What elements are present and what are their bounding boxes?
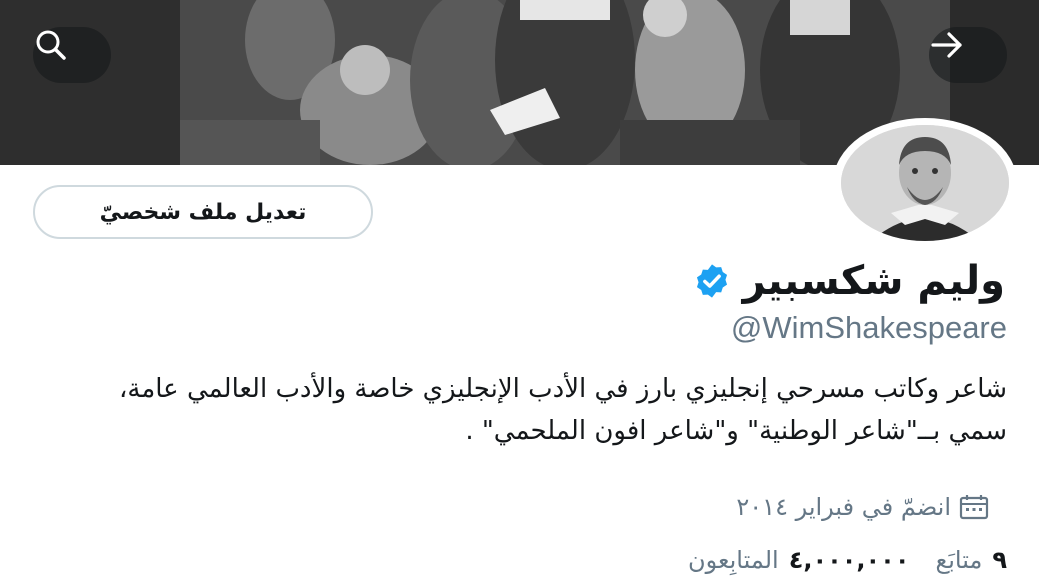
verified-badge-icon: [696, 264, 727, 298]
join-date: انضمّ في فبراير ٢٠١٤: [736, 493, 989, 521]
edit-profile-button[interactable]: تعديل ملف شخصيّ: [33, 185, 373, 239]
search-button[interactable]: [33, 27, 111, 83]
calendar-icon: [959, 495, 989, 520]
forward-button[interactable]: [929, 27, 1007, 83]
follow-stats: ٩ متابَع ٤,٠٠٠,٠٠٠ المتابِعون: [688, 546, 1007, 574]
search-icon: [36, 30, 66, 60]
following-count: ٩: [992, 546, 1007, 574]
profile-avatar[interactable]: [833, 118, 1017, 248]
following-label: متابَع: [935, 546, 983, 574]
display-name: وليم شكسبير: [742, 258, 1005, 304]
followers-stat[interactable]: ٤,٠٠٠,٠٠٠ المتابِعون: [688, 546, 909, 574]
following-stat[interactable]: ٩ متابَع: [935, 546, 1007, 574]
name-row: وليم شكسبير: [693, 258, 1005, 304]
avatar-image: [841, 125, 1009, 241]
followers-label: المتابِعون: [687, 546, 779, 574]
arrow-right-icon: [931, 32, 962, 58]
profile-handle: @WimShakespeare: [730, 310, 1007, 345]
followers-count: ٤,٠٠٠,٠٠٠: [788, 546, 910, 574]
join-date-text: انضمّ في فبراير ٢٠١٤: [736, 493, 951, 521]
profile-bio: شاعر وكاتب مسرحي إنجليزي بارز في الأدب ا…: [119, 374, 1007, 446]
